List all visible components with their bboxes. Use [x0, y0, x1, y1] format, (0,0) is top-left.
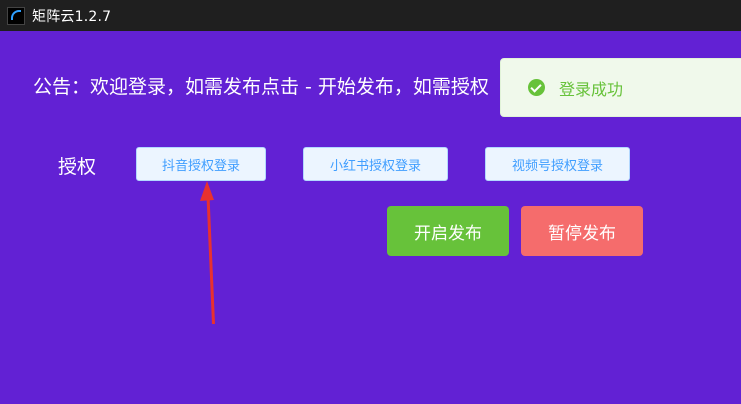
- title-bar: 矩阵云1.2.7: [0, 0, 741, 31]
- window-title: 矩阵云1.2.7: [32, 8, 112, 25]
- pause-publish-button[interactable]: 暂停发布: [521, 206, 643, 256]
- app-icon: [7, 6, 25, 25]
- douyin-auth-button[interactable]: 抖音授权登录: [136, 147, 266, 181]
- start-publish-button[interactable]: 开启发布: [387, 206, 509, 256]
- success-toast: 登录成功: [500, 58, 741, 117]
- auth-label: 授权: [58, 156, 97, 178]
- arrow-head: [200, 181, 214, 201]
- announcement-text: 公告：欢迎登录，如需发布点击 - 开始发布，如需授权: [33, 76, 489, 98]
- toast-message: 登录成功: [559, 79, 624, 99]
- xiaohongshu-auth-button[interactable]: 小红书授权登录: [303, 147, 448, 181]
- shipinhao-auth-button[interactable]: 视频号授权登录: [485, 147, 630, 181]
- arrow-shaft: [206, 196, 215, 324]
- check-circle-icon: [528, 79, 545, 96]
